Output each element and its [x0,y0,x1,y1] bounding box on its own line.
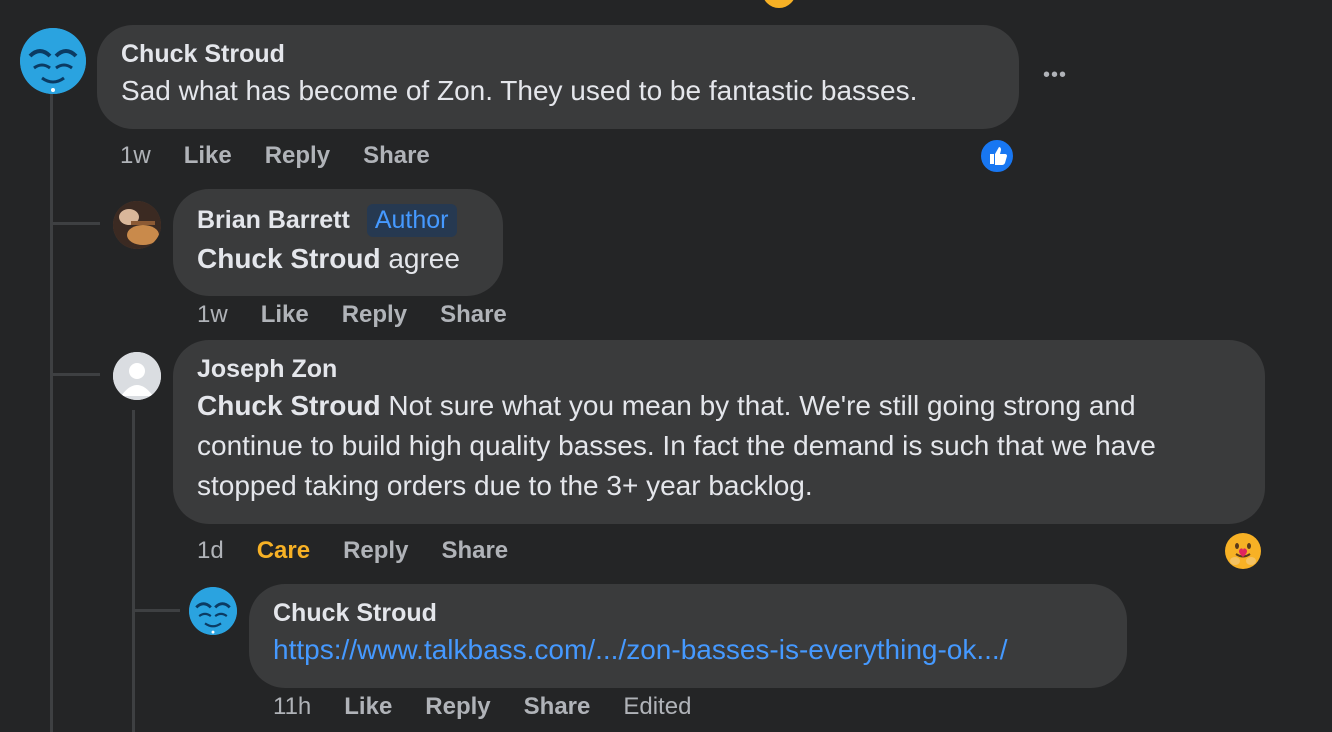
reply-button[interactable]: Reply [265,142,330,170]
comment-text: Chuck Stroud agree [197,239,479,279]
comment-text: Chuck Stroud Not sure what you mean by t… [197,386,1241,506]
share-button[interactable]: Share [363,142,430,170]
comment-text: Sad what has become of Zon. They used to… [121,75,918,106]
comment-author-row: Brian Barrett Author [197,204,479,237]
avatar-photo-icon [113,201,161,249]
comment-bubble: Brian Barrett Author Chuck Stroud agree [173,189,503,296]
comment-link[interactable]: https://www.talkbass.com/.../zon-basses-… [273,630,1103,670]
comment-actions: 11h Like Reply Share Edited [273,693,724,721]
thread-line-main [50,90,53,732]
timestamp[interactable]: 1w [197,301,228,329]
hug-emoji-icon [1225,533,1261,569]
care-reaction-icon[interactable] [1224,532,1262,570]
share-button[interactable]: Share [524,693,591,721]
avatar-default[interactable] [113,352,161,400]
comment-bubble: Chuck Stroud Sad what has become of Zon.… [97,25,1019,129]
thread-connector-brian [50,222,100,225]
like-button[interactable]: Like [344,693,392,721]
comment-bubble: Joseph Zon Chuck Stroud Not sure what yo… [173,340,1265,524]
like-button[interactable]: Like [261,301,309,329]
thumbs-up-icon [990,147,1007,165]
thread-line-joseph [132,410,135,732]
like-button[interactable]: Like [184,142,232,170]
reply-button[interactable]: Reply [343,537,408,565]
comment-actions: 1w Like Reply Share [120,142,463,170]
comment-author[interactable]: Joseph Zon [197,355,1241,384]
reply-button[interactable]: Reply [425,693,490,721]
comment-bubble: Chuck Stroud https://www.talkbass.com/..… [249,584,1127,688]
care-button[interactable]: Care [257,537,310,565]
timestamp[interactable]: 1d [197,537,224,565]
comment-author[interactable]: Brian Barrett [197,206,350,235]
thread-connector-chuck-reply [132,609,180,612]
comment-actions: 1w Like Reply Share [197,301,540,329]
avatar[interactable] [20,28,86,94]
share-button[interactable]: Share [441,537,508,565]
share-button[interactable]: Share [440,301,507,329]
thread-connector-joseph [50,373,100,376]
reply-button[interactable]: Reply [342,301,407,329]
mention-link[interactable]: Chuck Stroud [197,390,381,421]
timestamp[interactable]: 1w [120,142,151,170]
comment-body: agree [380,243,460,274]
author-badge: Author [366,204,457,237]
avatar[interactable] [113,201,161,249]
edited-label: Edited [623,693,692,720]
more-options-icon[interactable]: ••• [1043,64,1067,87]
care-reaction-icon-cropped [762,0,796,8]
avatar-face-icon [20,28,86,94]
comment-actions: 1d Care Reply Share [197,537,541,565]
comment-author[interactable]: Chuck Stroud [273,599,1103,628]
timestamp[interactable]: 11h [273,693,311,721]
like-reaction-icon[interactable] [979,138,1015,174]
avatar-face-icon [189,587,237,635]
comment-author[interactable]: Chuck Stroud [121,40,995,69]
avatar[interactable] [189,587,237,635]
user-silhouette-icon [113,352,161,400]
mention-link[interactable]: Chuck Stroud [197,243,381,274]
